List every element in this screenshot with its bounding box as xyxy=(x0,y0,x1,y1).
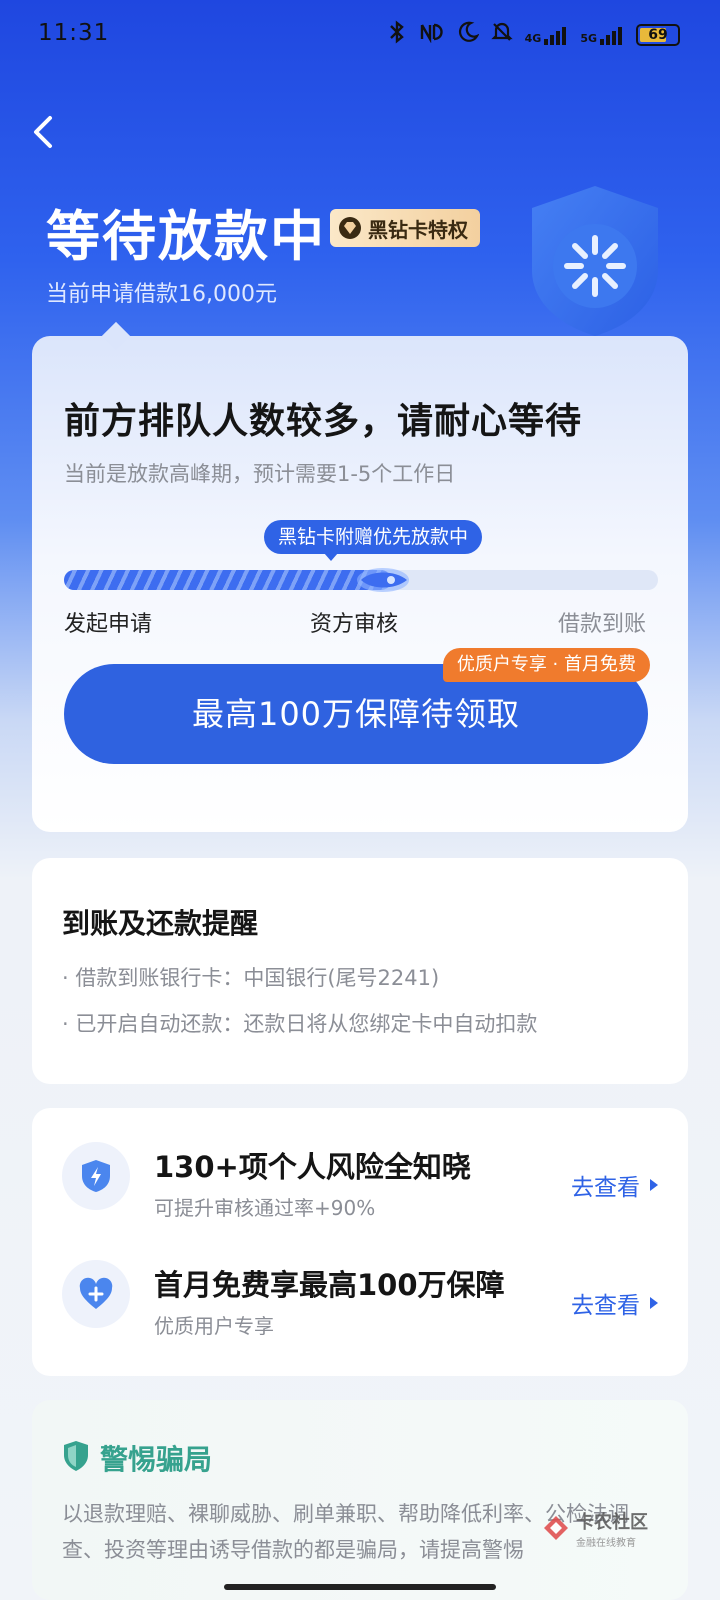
loan-amount-subtitle: 当前申请借款16,000元 xyxy=(46,282,277,307)
battery-icon: 69 xyxy=(636,23,680,46)
status-bar: 11:31 4G 5G 69 xyxy=(0,0,720,66)
view-insurance-label: 去查看 xyxy=(571,1293,640,1319)
diamond-icon xyxy=(339,217,361,239)
status-time: 11:31 xyxy=(38,20,110,46)
shield-bolt-icon xyxy=(82,1160,110,1192)
queue-subtitle: 当前是放款高峰期，预计需要1-5个工作日 xyxy=(64,462,456,486)
cta-wrap: 最高100万保障待领取 优质户专享 · 首月免费 xyxy=(64,648,650,764)
signal-5g-label: 5G xyxy=(580,31,597,45)
risk-report-title: 130+项个人风险全知晓 xyxy=(154,1150,471,1184)
back-button[interactable] xyxy=(28,112,68,156)
risk-report-sub: 可提升审核通过率+90% xyxy=(154,1196,376,1220)
reminder-card: 到账及还款提醒 · 借款到账银行卡：中国银行(尾号2241) · 已开启自动还款… xyxy=(32,858,688,1084)
signal-4g-icon: 4G xyxy=(525,25,569,45)
heart-plus-icon xyxy=(79,1277,113,1309)
step-arrival: 借款到账 xyxy=(558,612,647,637)
nfc-icon xyxy=(419,21,445,48)
vip-badge-label: 黑钻卡特权 xyxy=(368,217,468,242)
step-apply: 发起申请 xyxy=(64,612,153,637)
list-item[interactable]: 首月免费享最高100万保障 优质用户专享 去查看 xyxy=(32,1246,688,1346)
insurance-title: 首月免费享最高100万保障 xyxy=(154,1268,505,1302)
step-review: 资方审核 xyxy=(310,612,399,637)
view-risk-label: 去查看 xyxy=(571,1175,640,1201)
home-indicator[interactable] xyxy=(224,1584,496,1590)
priority-tag: 黑钻卡附赠优先放款中 xyxy=(264,520,483,561)
view-risk-link[interactable]: 去查看 xyxy=(571,1168,658,1202)
status-icons: 4G 5G 69 xyxy=(387,20,680,49)
services-card: 130+项个人风险全知晓 可提升审核通过率+90% 去查看 首月免费享最高100… xyxy=(32,1108,688,1376)
watermark-main: 卡农社区 xyxy=(576,1511,648,1533)
bluetooth-icon xyxy=(387,20,407,49)
reminder-title: 到账及还款提醒 xyxy=(62,907,259,940)
shield-logo-icon xyxy=(532,186,658,336)
rocket-icon xyxy=(357,568,409,592)
insurance-sub: 优质用户专享 xyxy=(154,1314,274,1338)
fraud-warning-title: 警惕骗局 xyxy=(100,1443,213,1476)
signal-4g-label: 4G xyxy=(524,31,542,45)
queue-title: 前方排队人数较多，请耐心等待 xyxy=(64,401,583,442)
chevron-left-icon xyxy=(34,116,52,148)
battery-level: 69 xyxy=(648,26,668,43)
signal-5g-icon: 5G xyxy=(580,25,624,45)
watermark: 卡农社区 金融在线教育 xyxy=(540,1506,680,1550)
moon-icon xyxy=(457,21,480,48)
watermark-logo-icon xyxy=(544,1516,568,1540)
row-icon xyxy=(62,1142,130,1210)
cta-promo-tag: 优质户专享 · 首月免费 xyxy=(442,648,650,682)
page-title: 等待放款中 xyxy=(46,205,326,268)
watermark-sub: 金融在线教育 xyxy=(576,1537,636,1549)
reminder-bank-card: · 借款到账银行卡：中国银行(尾号2241) xyxy=(62,966,440,990)
fraud-warning-card: 警惕骗局 以退款理赔、裸聊威胁、刷单兼职、帮助降低利率、公检法调查、投资等理由诱… xyxy=(32,1400,688,1600)
row-icon xyxy=(62,1260,130,1328)
caret-right-icon xyxy=(650,1179,658,1191)
view-insurance-link[interactable]: 去查看 xyxy=(571,1286,658,1320)
reminder-auto-repay: · 已开启自动还款：还款日将从您绑定卡中自动扣款 xyxy=(62,1012,538,1036)
progress-fill xyxy=(64,570,391,590)
progress-bar xyxy=(64,568,658,592)
mute-bell-icon xyxy=(490,21,513,48)
shield-check-icon xyxy=(64,1441,88,1471)
loan-progress-card: 前方排队人数较多，请耐心等待 当前是放款高峰期，预计需要1-5个工作日 黑钻卡附… xyxy=(32,336,688,832)
vip-badge: 黑钻卡特权 xyxy=(330,209,480,247)
list-item[interactable]: 130+项个人风险全知晓 可提升审核通过率+90% 去查看 xyxy=(32,1128,688,1228)
caret-right-icon xyxy=(650,1297,658,1309)
